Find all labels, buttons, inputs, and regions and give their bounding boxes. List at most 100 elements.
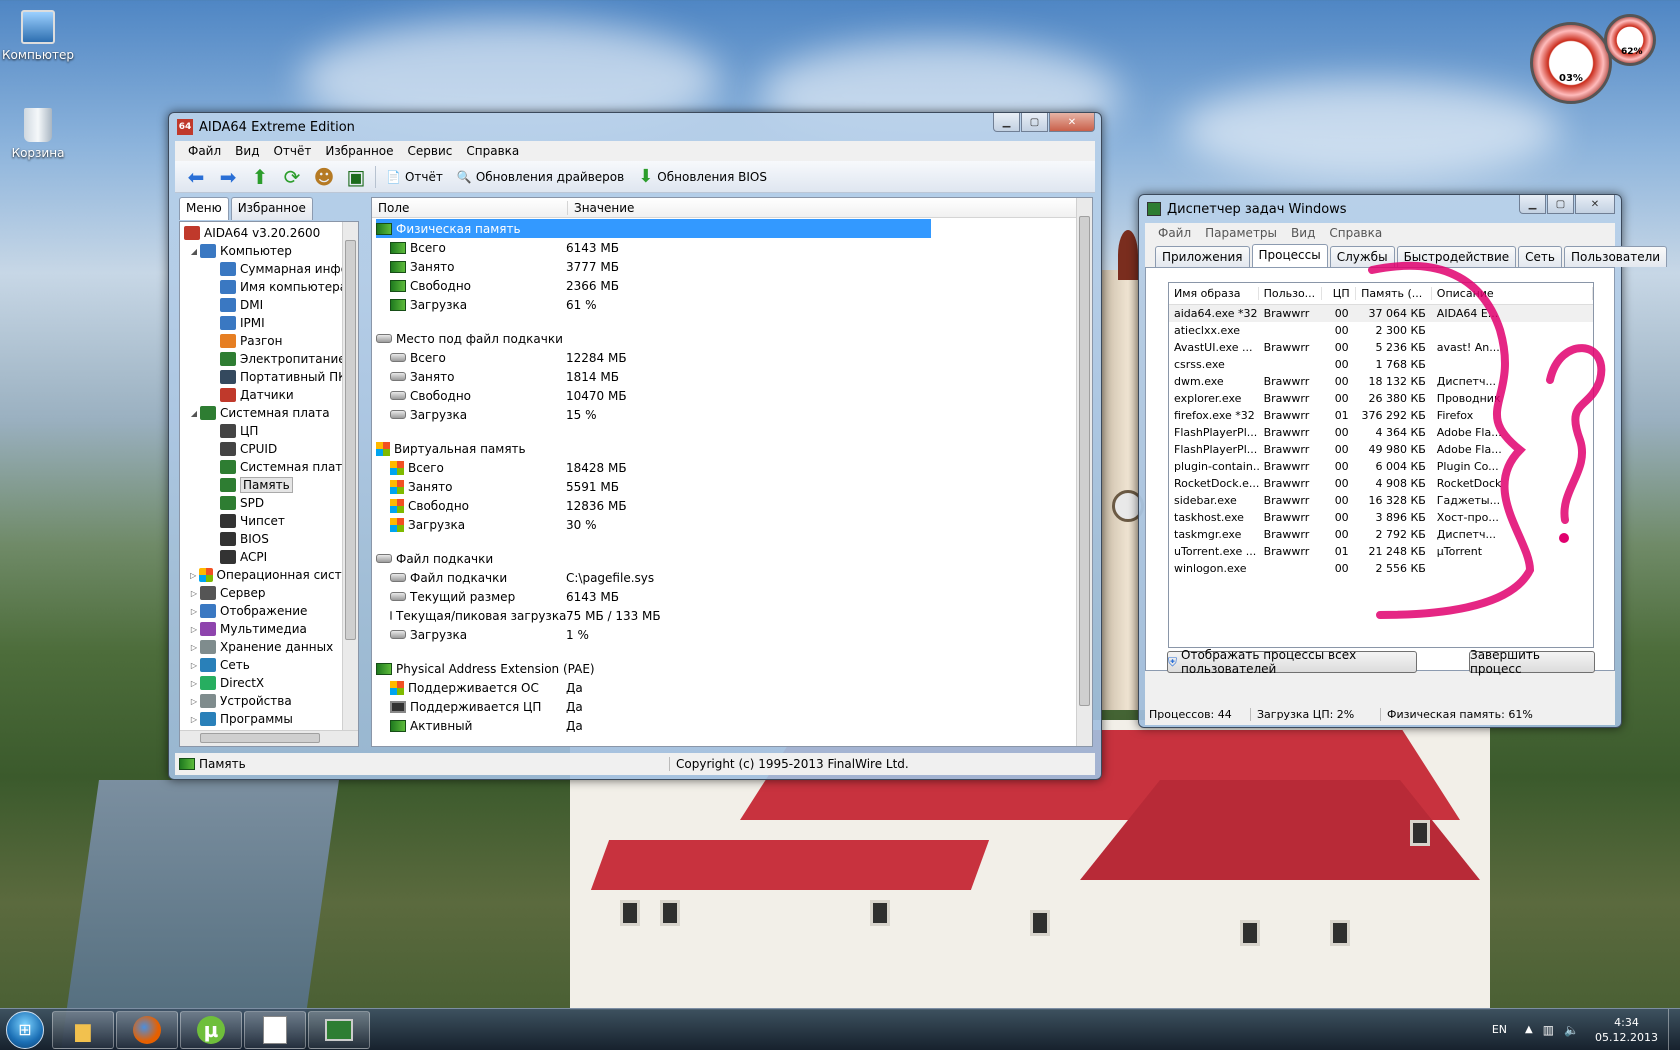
tree-node[interactable]: ▷ Операционная систем [182,566,358,584]
detail-row[interactable]: Всего 6143 МБ [376,238,1092,257]
expand-arrow-icon[interactable]: ▷ [188,643,200,652]
expand-arrow-icon[interactable]: ▷ [188,715,200,724]
detail-row[interactable]: Занято 3777 МБ [376,257,1092,276]
tab-applications[interactable]: Приложения [1155,246,1250,267]
detail-row[interactable]: Свободно 2366 МБ [376,276,1092,295]
show-all-processes-button[interactable]: ⛨ Отображать процессы всех пользователей [1167,648,1417,676]
menu-help[interactable]: Справка [1322,226,1389,240]
column-field[interactable]: Поле [372,200,568,215]
detail-row[interactable]: Файл подкачки C:\pagefile.sys [376,568,1092,587]
detail-row[interactable]: Занято 1814 МБ [376,367,1092,386]
detail-row[interactable]: Загрузка 15 % [376,405,1092,424]
taskbar-explorer-button[interactable]: ▆ [52,1010,114,1049]
tree-node[interactable]: Датчики [182,386,358,404]
menu-file[interactable]: Файл [1151,226,1198,240]
start-button[interactable]: ⊞ [0,1009,50,1050]
expand-arrow-icon[interactable]: ▷ [188,571,199,580]
tree-node[interactable]: Системная плата [182,458,358,476]
tab-processes[interactable]: Процессы [1251,244,1328,267]
detail-row[interactable]: Свободно 10470 МБ [376,386,1092,405]
section-header[interactable]: Физическая память [376,219,931,238]
memory-meter-gadget[interactable]: 62% [1604,14,1656,66]
detail-row[interactable]: Поддерживается ЦП Да [376,697,1092,716]
detail-row[interactable]: Всего 12284 МБ [376,348,1092,367]
detail-row[interactable]: Поддерживается ОС Да [376,678,1092,697]
tab-menu[interactable]: Меню [179,197,229,220]
tree-node[interactable]: ▷ Отображение [182,602,358,620]
tree-node[interactable]: AIDA64 v3.20.2600 [182,224,358,242]
tree-node[interactable]: Портативный ПК [182,368,358,386]
column-header[interactable]: ЦП [1322,287,1357,300]
tree-node[interactable]: ЦП [182,422,358,440]
detail-row[interactable]: Активный Да [376,716,1092,735]
tree-node[interactable]: Чипсет [182,512,358,530]
aida64-titlebar[interactable]: 64 AIDA64 Extreme Edition ▁ ▢ ✕ [169,113,1101,141]
cpu-meter-gadget[interactable]: 03% [1530,22,1612,104]
menu-view[interactable]: Вид [228,144,266,158]
back-arrow-icon[interactable]: ⬅ [183,165,209,189]
section-header[interactable]: Место под файл подкачки [376,329,1092,348]
details-vertical-scrollbar[interactable] [1076,198,1092,746]
tree-node[interactable]: Разгон [182,332,358,350]
tree-node[interactable]: Электропитание [182,350,358,368]
show-desktop-button[interactable] [1668,1008,1680,1050]
language-indicator[interactable]: EN [1492,1023,1507,1036]
driver-updates-button[interactable]: 🔍 Обновления драйверов [453,170,628,184]
volume-tray-icon[interactable]: 🔈 [1564,1023,1579,1037]
expand-arrow-icon[interactable]: ▷ [188,661,200,670]
users-icon[interactable]: ☻ [311,165,337,189]
detail-row[interactable]: Текущий размер 6143 МБ [376,587,1092,606]
refresh-icon[interactable]: ⟳ [279,165,305,189]
tree-node[interactable]: IPMI [182,314,358,332]
menu-help[interactable]: Справка [459,144,526,158]
aida64-window[interactable]: 64 AIDA64 Extreme Edition ▁ ▢ ✕ Файл Вид… [168,112,1102,780]
taskbar-task-manager-button[interactable] [308,1010,370,1049]
bios-updates-button[interactable]: ⬇ Обновления BIOS [634,166,771,187]
detail-row[interactable]: Всего 18428 МБ [376,458,1092,477]
tree-node[interactable]: ▷ Устройства [182,692,358,710]
menu-view[interactable]: Вид [1284,226,1322,240]
details-list[interactable]: Поле Значение Физическая память Всего 6143… [371,197,1093,747]
tree-node[interactable]: ▷ Программы [182,710,358,728]
expand-arrow-icon[interactable]: ▷ [188,697,200,706]
desktop-icon-recycle-bin[interactable]: Корзина [0,108,78,160]
report-button[interactable]: 📄 Отчёт [382,170,447,184]
desktop-icon-computer[interactable]: Компьютер [0,10,78,62]
tree-node[interactable]: Имя компьютера [182,278,358,296]
close-button[interactable]: ✕ [1575,195,1615,214]
tree-node[interactable]: ◢ Системная плата [182,404,358,422]
collapse-arrow-icon[interactable]: ◢ [188,409,200,418]
collapse-arrow-icon[interactable]: ◢ [188,247,200,256]
maximize-button[interactable]: ▢ [1021,113,1048,132]
tree-horizontal-scrollbar[interactable] [180,730,358,746]
column-header[interactable]: Имя образа [1169,287,1259,300]
tree-node[interactable]: CPUID [182,440,358,458]
close-button[interactable]: ✕ [1049,113,1095,132]
expand-arrow-icon[interactable]: ▷ [188,607,200,616]
scrollbar-thumb[interactable] [1079,216,1090,706]
tree-node[interactable]: ▷ Сеть [182,656,358,674]
detail-row[interactable]: Текущая/пиковая загрузка 75 МБ / 133 МБ [376,606,1092,625]
tree-node[interactable]: BIOS [182,530,358,548]
detail-row[interactable]: Загрузка 1 % [376,625,1092,644]
tree-node[interactable]: Суммарная инфор [182,260,358,278]
expand-arrow-icon[interactable]: ▷ [188,679,200,688]
tree-node[interactable]: ▷ DirectX [182,674,358,692]
detail-row[interactable]: Занято 5591 МБ [376,477,1092,496]
taskbar-utorrent-button[interactable]: µ [180,1010,242,1049]
minimize-button[interactable]: ▁ [1519,195,1546,214]
tree-node[interactable]: ACPI [182,548,358,566]
tree-node[interactable]: SPD [182,494,358,512]
detail-row[interactable]: Загрузка 61 % [376,295,1092,314]
taskbar-firefox-button[interactable] [116,1010,178,1049]
up-arrow-icon[interactable]: ⬆ [247,165,273,189]
expand-arrow-icon[interactable]: ▷ [188,625,200,634]
taskbar-aida64-button[interactable] [244,1010,306,1049]
detail-row[interactable]: Свободно 12836 МБ [376,496,1092,515]
menu-report[interactable]: Отчёт [266,144,318,158]
forward-arrow-icon[interactable]: ➡ [215,165,241,189]
menu-file[interactable]: Файл [181,144,228,158]
tree-vertical-scrollbar[interactable] [342,222,358,730]
tab-favorites[interactable]: Избранное [230,197,313,220]
task-manager-titlebar[interactable]: Диспетчер задач Windows ▁ ▢ ✕ [1139,195,1621,223]
